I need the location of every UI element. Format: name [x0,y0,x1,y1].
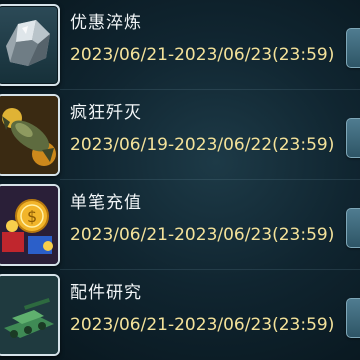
event-title: 配件研究 [70,283,142,303]
event-go-button[interactable] [346,298,360,338]
event-row-refining[interactable]: 优惠淬炼 2023/06/21-2023/06/23(23:59) [0,0,360,90]
event-go-button[interactable] [346,28,360,68]
event-list: 优惠淬炼 2023/06/21-2023/06/23(23:59) 疯狂歼灭 2… [0,0,360,360]
event-period: 2023/06/19-2023/06/22(23:59) [70,135,335,155]
tank-parts-icon [0,274,60,356]
gold-coin-icon: $ [0,184,60,266]
event-go-button[interactable] [346,118,360,158]
svg-text:$: $ [27,207,37,226]
event-row-parts-research[interactable]: 配件研究 2023/06/21-2023/06/23(23:59) [0,270,360,360]
event-row-annihilation[interactable]: 疯狂歼灭 2023/06/19-2023/06/22(23:59) [0,90,360,180]
event-title: 单笔充值 [70,193,142,213]
event-period: 2023/06/21-2023/06/23(23:59) [70,315,335,335]
event-go-button[interactable] [346,208,360,248]
crystal-ore-icon [0,4,60,86]
event-title: 优惠淬炼 [70,13,142,33]
event-period: 2023/06/21-2023/06/23(23:59) [70,225,335,245]
event-period: 2023/06/21-2023/06/23(23:59) [70,45,335,65]
event-title: 疯狂歼灭 [70,103,142,123]
missile-icon [0,94,60,176]
event-row-single-recharge[interactable]: $ 单笔充值 2023/06/21-2023/06/23(23:59) [0,180,360,270]
